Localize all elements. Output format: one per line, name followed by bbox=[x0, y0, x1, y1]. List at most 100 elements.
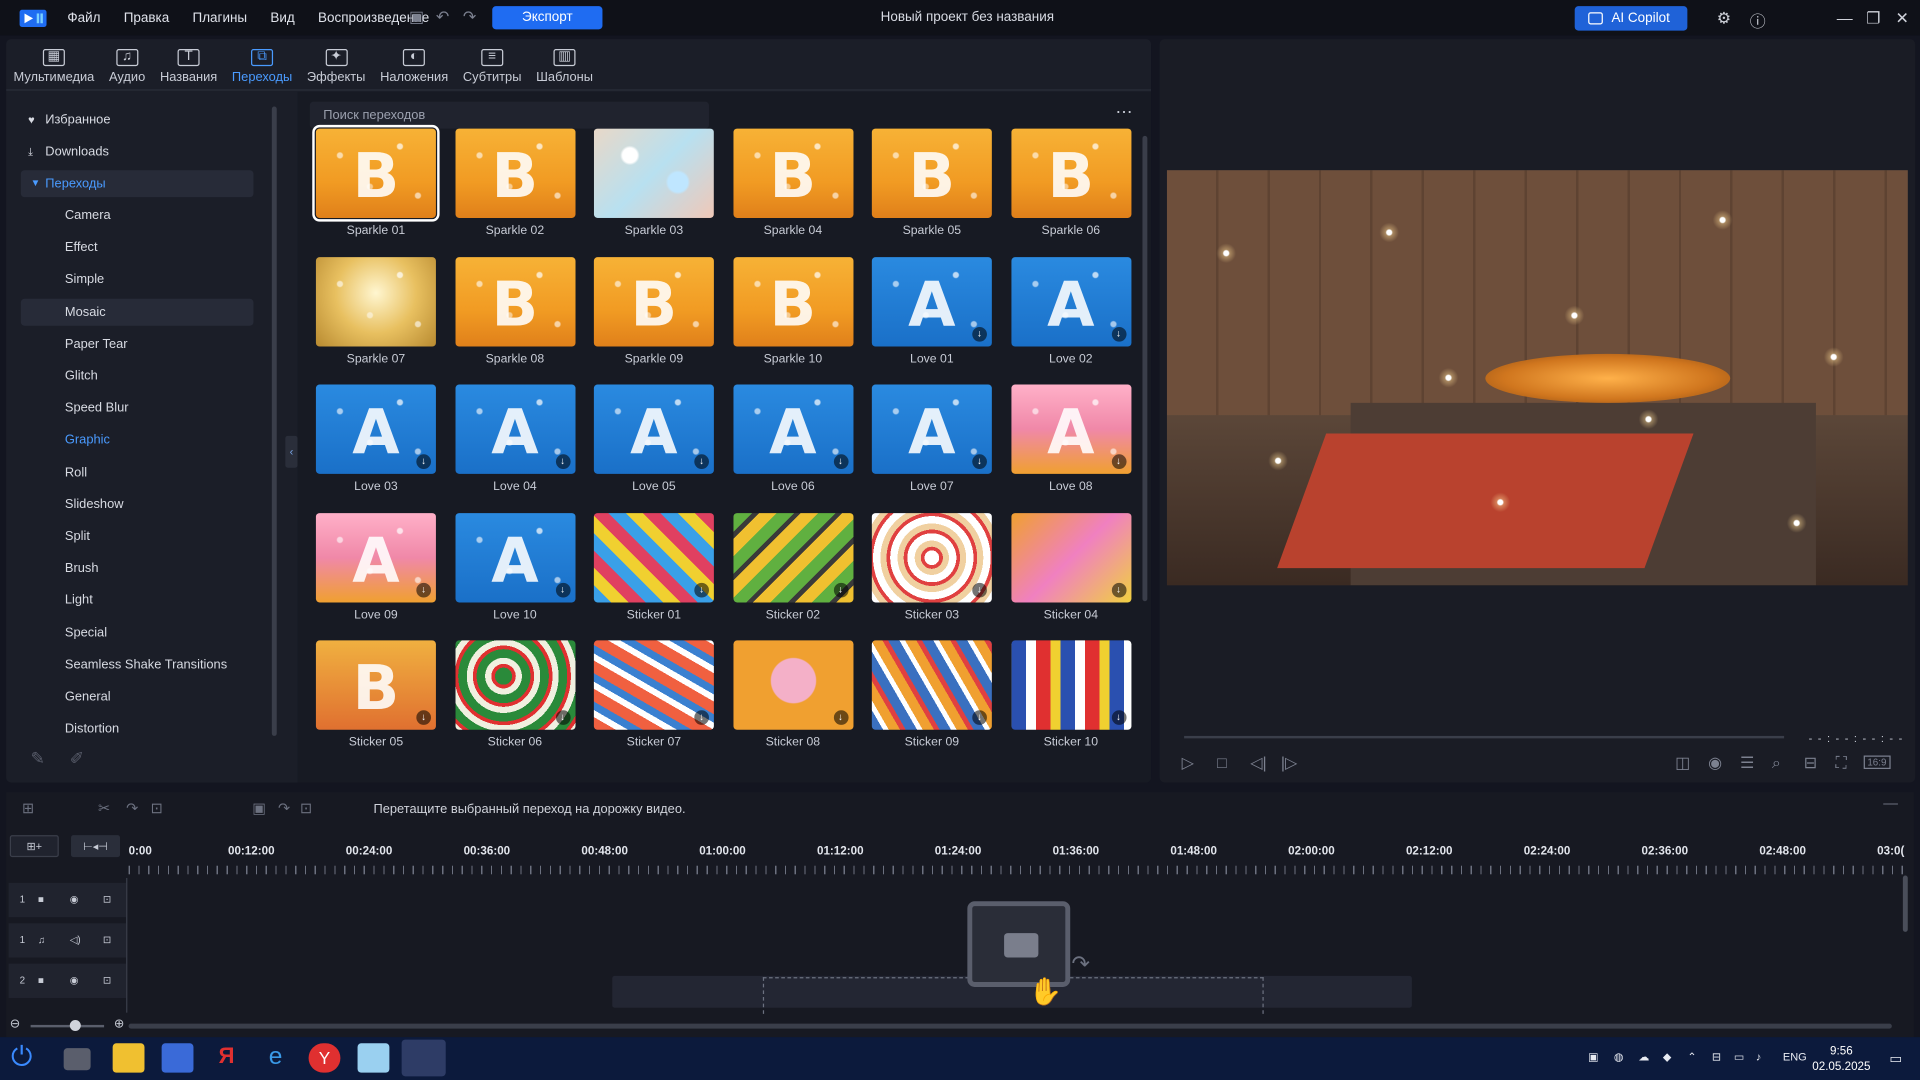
crop-icon[interactable]: ⊡ bbox=[151, 800, 163, 817]
transition-thumbnail[interactable]: ↓ bbox=[871, 512, 992, 603]
timeline-minimize-icon[interactable]: — bbox=[1883, 795, 1898, 812]
transition-thumbnail[interactable]: B bbox=[312, 124, 440, 222]
aspect-ratio-button[interactable]: 16:9 bbox=[1863, 755, 1891, 769]
transition-thumbnail[interactable]: B bbox=[871, 128, 992, 218]
download-icon[interactable]: ↓ bbox=[694, 710, 709, 726]
tab-templates[interactable]: ▥ Шаблоны bbox=[529, 39, 601, 90]
zoom-in-icon[interactable]: ⊕ bbox=[114, 1018, 124, 1031]
settings-gear-icon[interactable]: ⚙ bbox=[1717, 9, 1731, 29]
play-icon[interactable]: ▷ bbox=[1182, 753, 1194, 773]
transition-thumbnail[interactable]: B bbox=[732, 256, 853, 347]
undo-timeline-icon[interactable]: ↷ bbox=[126, 800, 138, 817]
sidebar-item-seamless-shake-transitions[interactable]: Seamless Shake Transitions bbox=[21, 651, 254, 678]
restore-icon[interactable]: ❐ bbox=[1866, 9, 1880, 29]
download-icon[interactable]: ↓ bbox=[833, 454, 848, 470]
sidebar-item-general[interactable]: General bbox=[21, 683, 254, 710]
zoom-fit-icon[interactable]: ⌕ bbox=[1772, 753, 1781, 773]
grid-scrollbar[interactable] bbox=[1142, 135, 1148, 602]
notes-icon[interactable] bbox=[357, 1043, 390, 1073]
transition-thumbnail[interactable] bbox=[593, 128, 714, 218]
export-button[interactable]: Экспорт bbox=[492, 6, 603, 30]
tray-lock-icon[interactable]: ⊟ bbox=[1712, 1051, 1721, 1064]
store-icon[interactable] bbox=[161, 1043, 194, 1073]
tab-transition[interactable]: ⧉ Переходы bbox=[225, 39, 300, 90]
tray-nvidia-icon[interactable]: ◆ bbox=[1663, 1051, 1671, 1064]
fit-icon[interactable]: ⊡ bbox=[300, 800, 312, 817]
add-track-button[interactable]: ⊞+ bbox=[9, 835, 59, 858]
track-header-video[interactable]: 1 ■ ◉ ⊡ bbox=[8, 882, 127, 918]
lock-icon[interactable]: ⊡ bbox=[103, 975, 111, 986]
edge-icon[interactable]: e bbox=[260, 1043, 292, 1072]
download-icon[interactable]: ↓ bbox=[1111, 710, 1126, 726]
snap-button[interactable]: ⊢◂⊣ bbox=[71, 835, 121, 858]
tray-app-icon[interactable]: ▣ bbox=[1588, 1051, 1598, 1064]
transition-thumbnail[interactable]: ↓ bbox=[1010, 640, 1131, 731]
download-icon[interactable]: ↓ bbox=[972, 582, 987, 598]
playback-progress-bar[interactable] bbox=[1184, 735, 1785, 739]
remove-favorite-icon[interactable]: ✐ bbox=[70, 748, 84, 769]
transition-thumbnail[interactable]: A ↓ bbox=[315, 512, 436, 603]
save-icon[interactable]: ▣ bbox=[409, 7, 424, 27]
menu-file[interactable]: Файл bbox=[67, 10, 100, 25]
download-icon[interactable]: ↓ bbox=[416, 582, 432, 598]
sidebar-item-favorites[interactable]: ♥ Избранное bbox=[21, 107, 254, 134]
download-icon[interactable]: ↓ bbox=[972, 326, 987, 342]
download-icon[interactable]: ↓ bbox=[833, 582, 848, 598]
sidebar-item-graphic[interactable]: Graphic bbox=[21, 427, 254, 454]
sidebar-item-mosaic[interactable]: Mosaic bbox=[20, 298, 254, 326]
transition-thumbnail[interactable]: ↓ bbox=[732, 512, 853, 603]
transition-thumbnail[interactable]: ↓ bbox=[454, 640, 575, 731]
menu-edit[interactable]: Правка bbox=[124, 10, 170, 25]
sidebar-item-special[interactable]: Special bbox=[21, 619, 254, 646]
add-favorite-icon[interactable]: ✎ bbox=[31, 748, 45, 769]
prev-frame-icon[interactable]: ◁| bbox=[1250, 753, 1266, 773]
clock[interactable]: 9:56 02.05.2025 bbox=[1812, 1043, 1870, 1075]
transition-thumbnail[interactable]: A ↓ bbox=[871, 256, 992, 347]
volume-icon[interactable]: ◉ bbox=[1708, 753, 1722, 773]
stop-icon[interactable]: □ bbox=[1217, 753, 1227, 771]
lock-icon[interactable]: ⊡ bbox=[103, 934, 111, 945]
download-icon[interactable]: ↓ bbox=[555, 582, 571, 598]
search-input[interactable]: Поиск переходов bbox=[309, 101, 709, 129]
tray-cloud-icon[interactable]: ☁ bbox=[1638, 1051, 1649, 1064]
quality-icon[interactable]: ☰ bbox=[1740, 753, 1754, 773]
filmora-taskbar-icon[interactable] bbox=[401, 1039, 446, 1077]
transition-thumbnail[interactable]: ↓ bbox=[593, 512, 714, 603]
tab-media[interactable]: ▦ Мультимедиа bbox=[6, 39, 102, 90]
transition-thumbnail[interactable]: ↓ bbox=[593, 640, 714, 731]
sidebar-item-paper-tear[interactable]: Paper Tear bbox=[21, 330, 254, 357]
tray-chevron-icon[interactable]: ⌃ bbox=[1687, 1051, 1696, 1064]
snapshot-icon[interactable]: ◫ bbox=[1675, 753, 1690, 773]
sidebar-item-brush[interactable]: Brush bbox=[21, 555, 254, 582]
undo-icon[interactable]: ↶ bbox=[436, 7, 449, 27]
transition-thumbnail[interactable]: A ↓ bbox=[732, 384, 853, 475]
timeline-settings-icon[interactable]: ⊞ bbox=[22, 800, 34, 817]
mute-icon[interactable]: ◁) bbox=[70, 934, 81, 945]
tab-overlay[interactable]: ◐ Наложения bbox=[373, 39, 456, 90]
sidebar-item-split[interactable]: Split bbox=[21, 523, 254, 550]
transition-thumbnail[interactable]: A ↓ bbox=[1010, 256, 1131, 347]
sidebar-item-roll[interactable]: Roll bbox=[21, 459, 254, 486]
close-icon[interactable]: ✕ bbox=[1896, 9, 1909, 29]
sidebar-item-simple[interactable]: Simple bbox=[21, 266, 254, 293]
tray-globe-icon[interactable]: ◍ bbox=[1614, 1051, 1624, 1064]
transition-thumbnail[interactable]: A ↓ bbox=[1010, 384, 1131, 475]
sidebar-item-slideshow[interactable]: Slideshow bbox=[21, 491, 254, 518]
zoom-slider[interactable] bbox=[30, 1024, 105, 1028]
minimize-icon[interactable]: — bbox=[1837, 9, 1853, 27]
menu-plugins[interactable]: Плагины bbox=[193, 10, 248, 25]
file-explorer-icon[interactable] bbox=[112, 1043, 145, 1073]
tab-music-note[interactable]: ♫ Аудио bbox=[102, 39, 153, 90]
clip-icon[interactable]: ▣ bbox=[252, 800, 266, 817]
transition-thumbnail[interactable]: B bbox=[1010, 128, 1131, 218]
help-icon[interactable]: ⓘ bbox=[1750, 9, 1766, 32]
zoom-out-icon[interactable]: ⊖ bbox=[10, 1018, 20, 1031]
timeline-hscroll[interactable] bbox=[128, 1023, 1892, 1029]
transition-thumbnail[interactable]: B bbox=[454, 256, 575, 347]
sidebar-item-glitch[interactable]: Glitch bbox=[21, 362, 254, 389]
lock-icon[interactable]: ⊡ bbox=[103, 894, 111, 905]
collapse-sidebar-button[interactable]: ‹ bbox=[285, 435, 298, 468]
tab-text-t[interactable]: T Названия bbox=[153, 39, 225, 90]
start-power-icon[interactable]: ⏻ bbox=[11, 1041, 32, 1073]
transition-thumbnail[interactable]: A ↓ bbox=[871, 384, 992, 475]
